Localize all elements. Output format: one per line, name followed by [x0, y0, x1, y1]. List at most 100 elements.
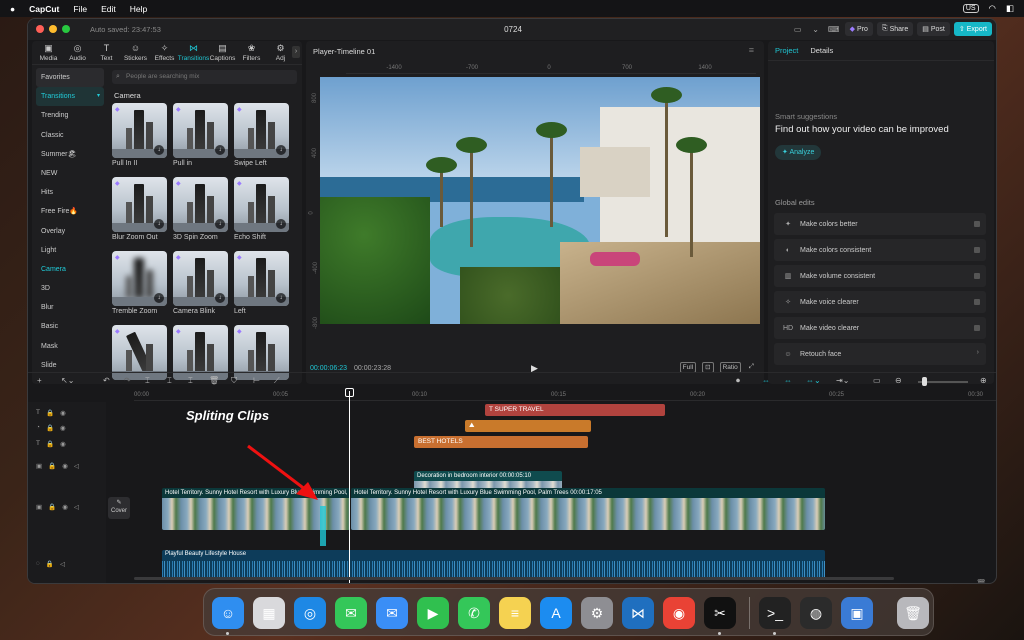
timeline-scrollbar[interactable] — [134, 577, 894, 580]
chrome-icon[interactable]: ◉ — [663, 597, 695, 629]
eye-icon[interactable]: ◉ — [60, 424, 66, 432]
text-clip-best-hotels[interactable]: BEST HOTELS — [414, 436, 588, 448]
menu-app-name[interactable]: CapCut — [29, 4, 59, 14]
tab-details[interactable]: Details — [810, 46, 833, 55]
toggle-switch[interactable] — [974, 221, 980, 227]
eye-icon[interactable]: ◉ — [62, 503, 68, 511]
tab-transitions[interactable]: ⋈ Transitions — [178, 43, 210, 62]
category-item[interactable]: Basic — [36, 317, 104, 336]
tab-stickers[interactable]: ☺ Stickers — [121, 43, 150, 62]
capcut-icon[interactable]: ✂ — [704, 597, 736, 629]
toggle-switch[interactable] — [974, 247, 980, 253]
toggle-switch[interactable] — [974, 325, 980, 331]
lock-icon[interactable]: 🔒 — [46, 424, 54, 432]
layout-dropdown-icon[interactable]: ⌄ — [809, 22, 823, 36]
lock-icon[interactable]: 🔒 — [48, 462, 56, 470]
category-item[interactable]: Light — [36, 241, 104, 260]
vpn-icon[interactable]: ▣ — [841, 597, 873, 629]
mail-icon[interactable]: ✉ — [376, 597, 408, 629]
audio-clip[interactable]: Playful Beauty Lifestyle House — [162, 550, 825, 579]
apple-icon[interactable]: ● — [10, 4, 15, 14]
safari-icon[interactable]: ◎ — [294, 597, 326, 629]
category-item[interactable]: NEW — [36, 164, 104, 183]
trash-icon[interactable]: 🗑 — [897, 597, 929, 629]
speaker-icon[interactable]: ◁ — [74, 462, 79, 470]
download-icon[interactable]: ↓ — [154, 145, 164, 155]
preview-axis-icon[interactable]: ⇔⌄ — [806, 376, 821, 385]
download-icon[interactable]: ↓ — [276, 293, 286, 303]
tab-captions[interactable]: ▤ Captions — [208, 43, 237, 62]
global-edit-item[interactable]: ☺ Retouch face › — [774, 343, 986, 365]
download-icon[interactable]: ↓ — [154, 219, 164, 229]
facetime-icon[interactable]: ▶ — [417, 597, 449, 629]
global-edit-item[interactable]: ✦ Make colors better — [774, 213, 986, 235]
category-item[interactable]: Transitions ▾ — [36, 87, 104, 107]
transition-card[interactable]: ◆ ↓ Camera Blink — [173, 251, 228, 319]
timeline-ruler[interactable]: 00:00 00:05 00:10 00:15 00:20 00:25 00:3… — [134, 391, 996, 401]
lock-icon[interactable]: 🔒 — [46, 409, 54, 417]
eye-icon[interactable]: ◉ — [60, 409, 66, 417]
playhead[interactable] — [349, 391, 350, 583]
control-center-icon[interactable]: ◧ — [1006, 3, 1014, 14]
phone-icon[interactable]: ✆ — [458, 597, 490, 629]
tabs-more-icon[interactable]: › — [292, 46, 300, 58]
menu-file[interactable]: File — [73, 4, 87, 14]
notes-icon[interactable]: ≡ — [499, 597, 531, 629]
tab-audio[interactable]: ◎ Audio — [63, 43, 92, 62]
category-item[interactable]: Favorites — [36, 68, 104, 88]
share-button[interactable]: ⎘ Share — [876, 22, 914, 36]
menu-help[interactable]: Help — [130, 4, 147, 14]
obs-icon[interactable]: ◍ — [800, 597, 832, 629]
global-edit-item[interactable]: ▥ Make volume consistent — [774, 265, 986, 287]
zoom-slider-knob[interactable] — [922, 377, 927, 386]
eye-icon[interactable]: ◉ — [62, 462, 68, 470]
download-icon[interactable]: ↓ — [154, 293, 164, 303]
finder-icon[interactable]: ☺ — [212, 597, 244, 629]
tab-effects[interactable]: ✧ Effects — [150, 43, 179, 62]
shortcuts-icon[interactable]: ⌨ — [827, 22, 841, 36]
chevron-right-icon[interactable]: › — [977, 349, 979, 356]
global-edit-item[interactable]: HD Make video clearer — [774, 317, 986, 339]
menu-edit[interactable]: Edit — [101, 4, 116, 14]
lock-icon[interactable]: 🔒 — [46, 560, 54, 568]
category-item[interactable]: Trending — [36, 106, 104, 125]
keyboard-layout-badge[interactable]: US — [962, 4, 979, 13]
zoom-in-icon[interactable]: ⊕ — [980, 376, 987, 385]
transition-card[interactable]: ◆ ↓ Pull In II — [112, 103, 167, 171]
global-edit-item[interactable]: ✧ Make voice clearer — [774, 291, 986, 313]
speaker-icon[interactable]: ◁ — [60, 560, 65, 568]
transition-card[interactable]: ◆ ↓ Left — [234, 251, 289, 319]
category-item[interactable]: Overlay — [36, 222, 104, 241]
snap-icon[interactable]: ⇥⌄ — [836, 376, 849, 385]
mask-icon[interactable]: ⛉ — [231, 376, 237, 386]
split-right-icon[interactable]: ⌶ — [188, 376, 193, 386]
global-edit-item[interactable]: ◐ Make colors consistent — [774, 239, 986, 261]
tab-filters[interactable]: ❀ Filters — [237, 43, 266, 62]
timeline-trash-icon[interactable]: 🗑 — [976, 579, 986, 583]
download-icon[interactable]: ↓ — [276, 219, 286, 229]
transition-card[interactable]: ◆ ↓ Pull in — [173, 103, 228, 171]
split-left-icon[interactable]: ⌶ — [167, 376, 172, 386]
messages-icon[interactable]: ✉ — [335, 597, 367, 629]
settings-icon[interactable]: ⚙ — [581, 597, 613, 629]
magic-tool-icon[interactable]: ⟋ — [274, 376, 280, 386]
lock-icon[interactable]: 🔒 — [48, 503, 56, 511]
tab-text[interactable]: T Text — [92, 43, 121, 62]
crop-icon[interactable]: ⊢ — [253, 376, 260, 385]
player-menu-icon[interactable]: ≡ — [749, 45, 754, 55]
terminal-icon[interactable]: >_ — [759, 597, 791, 629]
category-item[interactable]: 3D — [36, 279, 104, 298]
category-item[interactable]: Classic — [36, 126, 104, 145]
search-input[interactable]: ⌕ People are searching mix — [112, 70, 297, 84]
layout-icon[interactable]: ▭ — [791, 22, 805, 36]
download-icon[interactable]: ↓ — [215, 145, 225, 155]
video-clip-part-2[interactable]: Hotel Territory. Sunny Hotel Resort with… — [351, 488, 825, 530]
download-icon[interactable]: ↓ — [276, 145, 286, 155]
launchpad-icon[interactable]: ▦ — [253, 597, 285, 629]
category-item[interactable]: Mask — [36, 337, 104, 356]
category-item[interactable]: Hits — [36, 183, 104, 202]
category-item[interactable]: Camera — [36, 260, 104, 279]
add-icon[interactable]: + — [37, 376, 42, 385]
category-item[interactable]: Blur — [36, 298, 104, 317]
select-tool-icon[interactable]: ↖⌄ — [61, 376, 74, 385]
